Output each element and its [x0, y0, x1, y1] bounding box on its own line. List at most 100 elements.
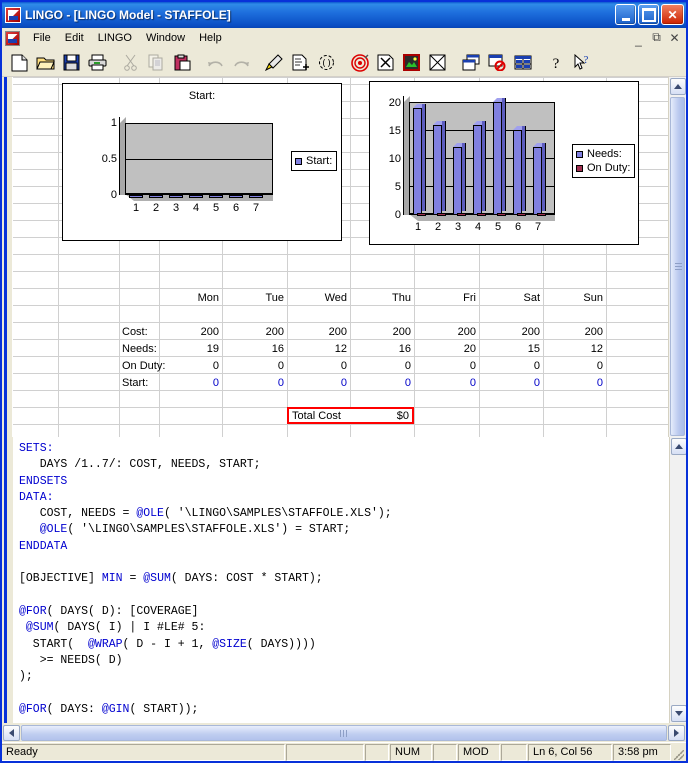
cut-icon[interactable] — [118, 50, 143, 75]
mdi-restore-button[interactable]: ⧉ — [649, 30, 664, 45]
menu-lingo[interactable]: LINGO — [91, 30, 139, 46]
chart-needs-onduty[interactable]: 20 15 10 5 0 1 2 3 4 5 6 7 Needs: On Dut… — [369, 81, 639, 245]
new-icon[interactable] — [7, 50, 32, 75]
chart2-ytick-5: 5 — [394, 181, 401, 193]
paste-icon[interactable] — [170, 50, 195, 75]
total-cost-label: Total Cost — [292, 409, 341, 422]
undo-icon[interactable] — [203, 50, 228, 75]
menu-file[interactable]: File — [26, 30, 58, 46]
redo-icon[interactable] — [229, 50, 254, 75]
bar-needs-4 — [473, 121, 486, 215]
match-parenthesis-icon[interactable] — [288, 50, 313, 75]
editor-scroll-down-icon[interactable] — [671, 705, 686, 722]
scroll-left-icon[interactable] — [3, 724, 20, 741]
cell-onduty-tue[interactable]: 0 — [222, 358, 287, 374]
cell-onduty-mon[interactable]: 0 — [159, 358, 222, 374]
scroll-right-icon[interactable] — [668, 724, 685, 741]
cell-start-mon[interactable]: 0 — [159, 375, 222, 391]
menu-window[interactable]: Window — [139, 30, 192, 46]
editor-scroll-up-icon[interactable] — [671, 438, 686, 455]
find-icon[interactable] — [262, 50, 287, 75]
close-all-icon[interactable] — [425, 50, 450, 75]
cell-needs-thu[interactable]: 16 — [350, 341, 414, 357]
chart-start-xtick-4: 4 — [192, 202, 200, 214]
mdi-close-button[interactable]: ✕ — [667, 30, 682, 45]
hscroll-track[interactable] — [21, 724, 667, 741]
legend-label-needs: Needs: — [587, 148, 622, 160]
context-help-icon[interactable]: ? — [569, 50, 594, 75]
cell-needs-fri[interactable]: 20 — [414, 341, 479, 357]
close-button[interactable]: ✕ — [661, 4, 684, 25]
cell-start-wed[interactable]: 0 — [287, 375, 350, 391]
picture-icon[interactable] — [399, 50, 424, 75]
help-icon[interactable]: ? — [543, 50, 568, 75]
minimize-button[interactable] — [615, 4, 636, 25]
row-label-on-duty: On Duty: — [122, 360, 166, 372]
cell-onduty-sun[interactable]: 0 — [543, 358, 606, 374]
cell-start-tue[interactable]: 0 — [222, 375, 287, 391]
cell-start-sat[interactable]: 0 — [479, 375, 543, 391]
title-bar: LINGO - [LINGO Model - STAFFOLE] ✕ — [2, 2, 686, 28]
scroll-up-icon[interactable] — [669, 78, 686, 95]
day-header-mon: Mon — [197, 292, 219, 304]
model-code-text[interactable]: SETS: DAYS /1..7/: COST, NEEDS, START; EN… — [13, 437, 669, 742]
document-icon[interactable] — [5, 30, 20, 46]
cell-onduty-thu[interactable]: 0 — [350, 358, 414, 374]
maximize-button[interactable] — [638, 4, 659, 25]
chart-start-ytick-05: 0.5 — [101, 153, 117, 165]
bar-onduty-4 — [477, 211, 486, 216]
code-line: [OBJECTIVE] MIN = @SUM( DAYS: COST * STA… — [19, 572, 323, 586]
cell-start-thu[interactable]: 0 — [350, 375, 414, 391]
code-line: >= NEEDS( D) — [19, 653, 123, 667]
status-num-indicator: NUM — [390, 743, 432, 761]
menu-help[interactable]: Help — [192, 30, 229, 46]
save-icon[interactable] — [59, 50, 84, 75]
cell-onduty-wed[interactable]: 0 — [287, 358, 350, 374]
editor-horizontal-scrollbar[interactable] — [2, 723, 686, 742]
bar-onduty-2 — [437, 211, 446, 216]
split-window-icon[interactable] — [510, 50, 535, 75]
cell-start-sun[interactable]: 0 — [543, 375, 606, 391]
legend-entry-needs: Needs: — [576, 147, 630, 161]
chart-start[interactable]: Start: 1 0.5 0 1 2 3 4 5 6 7 Start: — [62, 83, 342, 241]
print-icon[interactable] — [85, 50, 110, 75]
cell-needs-sun[interactable]: 12 — [543, 341, 606, 357]
mdi-minimize-button[interactable]: _ — [631, 30, 646, 47]
hscroll-thumb[interactable] — [21, 724, 667, 741]
cell-cost-mon[interactable]: 200 — [159, 324, 222, 340]
bar-needs-5 — [493, 98, 506, 215]
main-toolbar: () ? ? — [2, 49, 686, 77]
cell-needs-tue[interactable]: 16 — [222, 341, 287, 357]
cell-cost-sun[interactable]: 200 — [543, 324, 606, 340]
spreadsheet-vertical-scrollbar[interactable] — [668, 77, 686, 437]
cell-onduty-sat[interactable]: 0 — [479, 358, 543, 374]
cell-needs-sat[interactable]: 15 — [479, 341, 543, 357]
code-line: SETS: — [19, 442, 54, 455]
chart-start-legend: Start: — [291, 151, 338, 171]
paren-match-icon[interactable]: () — [314, 50, 339, 75]
cell-cost-wed[interactable]: 200 — [287, 324, 350, 340]
cell-onduty-fri[interactable]: 0 — [414, 358, 479, 374]
cell-needs-mon[interactable]: 19 — [159, 341, 222, 357]
editor-vertical-scrollbar[interactable] — [669, 437, 686, 742]
solve-target-icon[interactable] — [347, 50, 372, 75]
cell-cost-thu[interactable]: 200 — [350, 324, 414, 340]
solution-report-icon[interactable] — [373, 50, 398, 75]
cell-cost-fri[interactable]: 200 — [414, 324, 479, 340]
bar-needs-7 — [533, 143, 546, 215]
open-icon[interactable] — [33, 50, 58, 75]
clear-markers-icon[interactable] — [484, 50, 509, 75]
chart2-ytick-20: 20 — [388, 97, 401, 109]
cell-cost-sat[interactable]: 200 — [479, 324, 543, 340]
tile-windows-icon[interactable] — [458, 50, 483, 75]
menu-edit[interactable]: Edit — [58, 30, 91, 46]
total-cost-cell[interactable]: Total Cost $0 — [287, 407, 414, 424]
cell-start-fri[interactable]: 0 — [414, 375, 479, 391]
scroll-thumb[interactable] — [670, 97, 685, 436]
cell-cost-tue[interactable]: 200 — [222, 324, 287, 340]
cell-needs-wed[interactable]: 12 — [287, 341, 350, 357]
resize-grip-icon[interactable] — [672, 744, 686, 761]
copy-icon[interactable] — [144, 50, 169, 75]
legend-swatch-needs — [576, 150, 583, 158]
